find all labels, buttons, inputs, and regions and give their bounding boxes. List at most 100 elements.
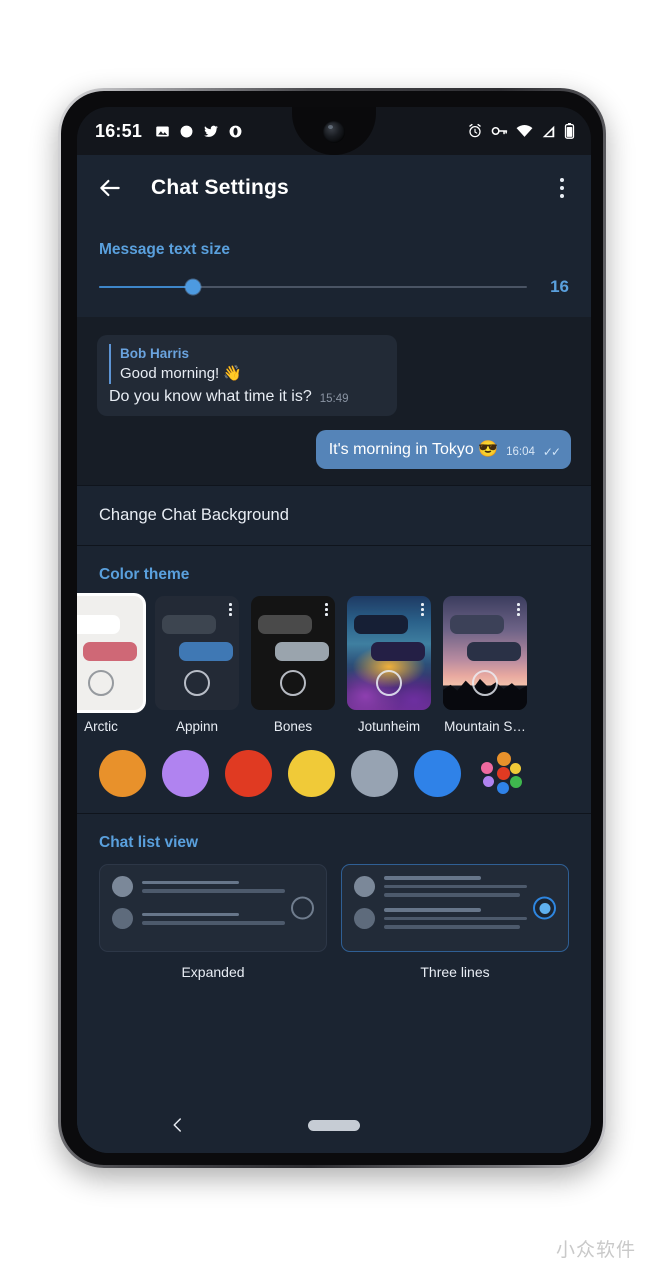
color-theme-header: Color theme (99, 566, 190, 583)
page-title: Chat Settings (151, 176, 289, 199)
reply-text: Good morning! 👋 (120, 365, 243, 382)
avatar (354, 876, 375, 897)
custom-color-dot (497, 752, 511, 766)
nav-back-icon[interactable] (169, 1116, 187, 1134)
front-camera-icon (323, 121, 345, 143)
battery-icon (564, 123, 575, 139)
theme-bubble-outgoing (275, 642, 329, 661)
custom-color-dot (497, 782, 509, 794)
accent-swatch-red[interactable] (225, 750, 272, 797)
overflow-menu-icon[interactable] (551, 175, 573, 201)
back-arrow-icon[interactable] (97, 175, 123, 201)
chat-list-view-option-compact[interactable] (341, 864, 569, 952)
preview-line (142, 921, 285, 925)
change-chat-background-row[interactable]: Change Chat Background (77, 486, 591, 545)
preview-entry (354, 908, 558, 929)
preview-line (142, 880, 240, 884)
preview-line (384, 893, 520, 897)
preview-line (384, 876, 482, 880)
theme-bubble-outgoing (371, 642, 425, 661)
preview-entry (354, 876, 558, 897)
radio-button-expanded[interactable] (291, 896, 314, 920)
app-bar: Chat Settings (77, 155, 591, 221)
outgoing-row: It's morning in Tokyo 😎 16:04 ✓✓ (97, 430, 571, 469)
theme-bubble-outgoing (467, 642, 521, 661)
phone-frame: 16:51 Chat Settings Message text size 16… (58, 88, 606, 1168)
theme-bubble-incoming (162, 615, 216, 634)
reply-quote: Bob Harris Good morning! 👋 (109, 344, 385, 384)
radio-button-compact[interactable] (533, 896, 556, 920)
text-size-value: 16 (550, 277, 569, 296)
theme-carousel[interactable]: Arctic Appinn Bones Jotunheim Mountain S… (77, 584, 591, 734)
chat-preview: Bob Harris Good morning! 👋 Do you know w… (77, 317, 591, 485)
theme-overflow-icon[interactable] (229, 603, 232, 616)
theme-overflow-icon[interactable] (421, 603, 424, 616)
accent-swatch-custom[interactable] (477, 750, 524, 797)
avatar (112, 876, 133, 897)
custom-color-dot (483, 776, 494, 787)
accent-swatch-gray[interactable] (351, 750, 398, 797)
theme-thumbnail[interactable] (155, 596, 239, 710)
read-receipt-icon: ✓✓ (542, 445, 561, 459)
phone-bezel: 16:51 Chat Settings Message text size 16… (61, 91, 603, 1165)
theme-thumbnail[interactable] (77, 596, 143, 710)
preview-line (384, 884, 527, 889)
phone-screen: 16:51 Chat Settings Message text size 16… (77, 107, 591, 1153)
chat-list-view-option-expanded[interactable] (99, 864, 327, 952)
custom-color-dot (481, 762, 493, 774)
theme-accent-circle (88, 670, 114, 696)
preview-line (384, 908, 482, 912)
message-text-size-header: Message text size (99, 241, 230, 258)
preview-lines (142, 912, 316, 925)
theme-name-label: Bones (273, 719, 313, 734)
status-bar-notification-icons (155, 124, 243, 139)
preview-line (142, 912, 240, 916)
gallery-icon (156, 126, 169, 136)
preview-line (384, 916, 527, 921)
theme-item-appinn[interactable]: Appinn (155, 596, 239, 734)
theme-bubble-outgoing (179, 642, 233, 661)
theme-thumbnail[interactable] (443, 596, 527, 710)
preview-entry (112, 908, 316, 929)
theme-overflow-icon[interactable] (325, 603, 328, 616)
accent-swatch-yellow[interactable] (288, 750, 335, 797)
chat-list-view-label-compact: Three lines (420, 964, 490, 980)
custom-color-dot (510, 776, 522, 788)
home-gesture-pill[interactable] (308, 1119, 360, 1131)
message-text-size-row: 16 (77, 259, 591, 317)
accent-swatch-purple[interactable] (162, 750, 209, 797)
theme-bubble-outgoing (83, 642, 137, 661)
theme-bubble-incoming (450, 615, 504, 634)
alarm-icon (469, 123, 481, 138)
incoming-message-time: 15:49 (319, 393, 349, 405)
accent-swatch-blue[interactable] (414, 750, 461, 797)
theme-thumbnail[interactable] (251, 596, 335, 710)
theme-item-mountains[interactable]: Mountain S… (443, 596, 527, 734)
accent-swatch-orange[interactable] (99, 750, 146, 797)
screenshot-stage: 16:51 Chat Settings Message text size 16… (0, 0, 658, 1280)
theme-item-bones[interactable]: Bones (251, 596, 335, 734)
theme-item-jotunheim[interactable]: Jotunheim (347, 596, 431, 734)
theme-name-label: Appinn (175, 719, 219, 734)
text-size-slider[interactable] (99, 279, 527, 295)
preview-line (142, 889, 285, 893)
section-change-background: Change Chat Background (77, 486, 591, 545)
opera-icon (229, 125, 242, 137)
wifi-icon (516, 124, 533, 137)
circle-icon (180, 125, 193, 137)
slider-thumb[interactable] (185, 279, 201, 295)
avatar (112, 908, 133, 929)
status-bar-clock: 16:51 (95, 120, 143, 141)
outgoing-message-bubble: It's morning in Tokyo 😎 16:04 ✓✓ (315, 430, 571, 469)
twitter-icon (204, 125, 218, 137)
settings-scroll-area[interactable]: Message text size 16 Bob Harris Good mor… (77, 221, 591, 1153)
chat-list-view-label-expanded: Expanded (181, 964, 245, 980)
theme-accent-circle (472, 670, 498, 696)
incoming-message-line: Do you know what time it is? 15:49 (109, 386, 385, 408)
accent-color-row[interactable] (77, 734, 591, 813)
theme-overflow-icon[interactable] (517, 603, 520, 616)
vpn-key-icon (491, 127, 508, 135)
theme-item-arctic[interactable]: Arctic (77, 596, 143, 734)
theme-accent-circle (376, 670, 402, 696)
theme-thumbnail[interactable] (347, 596, 431, 710)
